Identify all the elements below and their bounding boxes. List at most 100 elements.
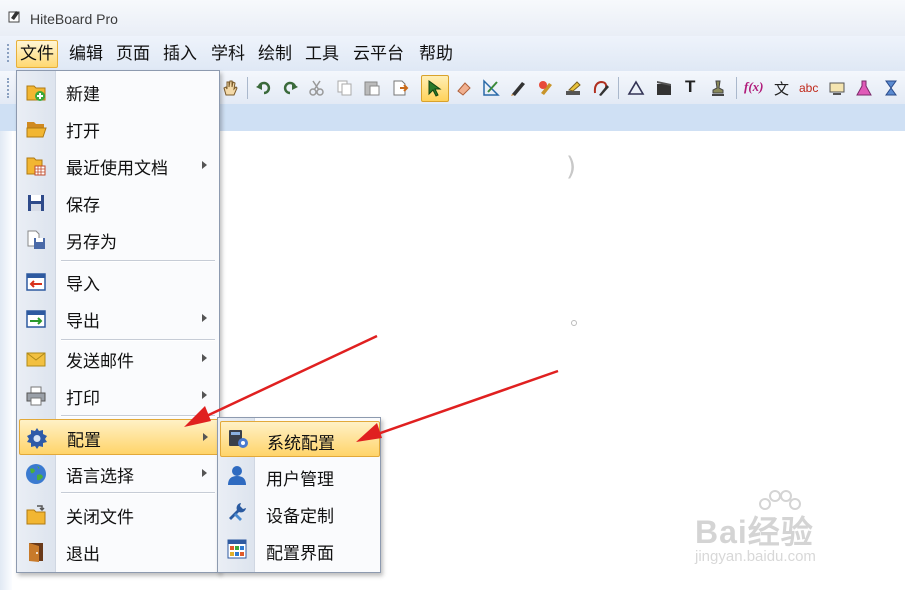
canvas-ink-mark: ) [566, 152, 577, 182]
window-title: HiteBoard Pro [30, 11, 118, 27]
menu-item-new[interactable]: 新建 [19, 74, 217, 108]
watermark-brand: Bai经验 [695, 514, 814, 550]
canvas-left-edge [0, 131, 12, 590]
submenu-arrow-icon [203, 433, 208, 441]
menu-item-label: 发送邮件 [66, 352, 134, 372]
export-icon [26, 310, 46, 328]
toolbar-separator [618, 77, 619, 99]
triangle-icon[interactable] [627, 79, 645, 97]
canvas-dot [571, 320, 577, 326]
stamp-icon[interactable] [709, 79, 727, 97]
user-icon [228, 466, 246, 485]
recent-documents-icon [26, 157, 46, 176]
abc-text-icon[interactable]: abc [799, 81, 818, 95]
menu-item-language[interactable]: 语言选择 [19, 456, 217, 490]
menu-separator [61, 492, 215, 494]
menu-item-save-as[interactable]: 另存为 [19, 222, 217, 256]
system-config-icon [229, 430, 248, 448]
formula-icon[interactable]: f(x) [744, 79, 764, 95]
open-folder-icon [26, 122, 47, 138]
chinese-text-icon[interactable]: 文 [774, 78, 789, 99]
submenu-item-label: 用户管理 [266, 470, 334, 490]
toolbar-grip[interactable] [7, 78, 12, 98]
globe-icon [26, 464, 46, 484]
submenu-item-label: 配置界面 [266, 544, 334, 564]
menu-item-label: 语言选择 [66, 467, 134, 487]
insert-page-icon[interactable] [391, 79, 409, 97]
menu-item-label: 最近使用文档 [66, 159, 168, 179]
menu-item-send-mail[interactable]: 发送邮件 [19, 341, 217, 375]
pen-icon[interactable] [509, 79, 527, 97]
select-arrow-icon[interactable] [426, 79, 444, 97]
brush-icon[interactable] [537, 79, 555, 97]
menu-item-label: 保存 [66, 196, 100, 216]
menu-file[interactable]: 文件 [16, 40, 58, 68]
import-icon [26, 273, 46, 291]
menu-separator [61, 260, 215, 262]
cut-icon[interactable] [308, 79, 326, 97]
menu-item-export[interactable]: 导出 [19, 301, 217, 335]
submenu-item-user-management[interactable]: 用户管理 [220, 458, 378, 492]
shape-pen-icon[interactable] [592, 79, 610, 97]
menu-item-open[interactable]: 打开 [19, 111, 217, 145]
undo-icon[interactable] [255, 79, 273, 97]
menu-draw[interactable]: 绘制 [255, 42, 295, 66]
menu-item-label: 新建 [66, 85, 100, 105]
menu-item-label: 打开 [66, 122, 100, 142]
menu-item-label: 另存为 [66, 233, 117, 253]
ruler-pen-icon[interactable] [482, 79, 500, 97]
layout-grid-icon [227, 539, 247, 559]
menubar-grip[interactable] [7, 44, 12, 62]
menu-item-close-file[interactable]: 关闭文件 [19, 497, 217, 531]
save-icon [28, 195, 44, 211]
menu-item-config[interactable]: 配置 [19, 419, 219, 455]
hand-icon[interactable] [221, 79, 239, 97]
config-submenu: 系统配置 用户管理 设备定制 配置界面 [217, 417, 381, 573]
file-menu: 新建 打开 最近使用文档 保存 另存为 导入 导出 发送邮件 打印 配置 语言选… [16, 70, 220, 573]
submenu-arrow-icon [202, 354, 207, 362]
submenu-item-label: 系统配置 [267, 434, 335, 454]
paste-icon[interactable] [363, 79, 381, 97]
watermark-url: jingyan.baidu.com [695, 548, 816, 565]
app-logo-icon [8, 11, 20, 23]
toolbar-separator [736, 77, 737, 99]
redo-icon[interactable] [281, 79, 299, 97]
menu-cloud-platform[interactable]: 云平台 [350, 42, 407, 66]
menu-item-save[interactable]: 保存 [19, 185, 217, 219]
flask-icon[interactable] [855, 79, 873, 97]
hourglass-icon[interactable] [882, 79, 900, 97]
menu-item-import[interactable]: 导入 [19, 264, 217, 298]
highlighter-icon[interactable] [564, 79, 582, 97]
menu-separator [61, 415, 215, 417]
menu-item-recent-documents[interactable]: 最近使用文档 [19, 148, 217, 182]
text-tool-icon[interactable]: T [685, 77, 695, 97]
new-document-icon [26, 85, 46, 101]
submenu-item-label: 设备定制 [266, 507, 334, 527]
menu-item-label: 导入 [66, 275, 100, 295]
menu-subject[interactable]: 学科 [208, 42, 248, 66]
submenu-arrow-icon [202, 469, 207, 477]
submenu-item-device-customization[interactable]: 设备定制 [220, 495, 378, 529]
menu-tools[interactable]: 工具 [302, 42, 342, 66]
menu-item-exit[interactable]: 退出 [19, 534, 217, 568]
menu-page[interactable]: 页面 [113, 42, 153, 66]
eraser-icon[interactable] [455, 79, 473, 97]
menu-item-label: 打印 [66, 389, 100, 409]
display-icon[interactable] [828, 79, 846, 97]
printer-icon [26, 386, 46, 406]
menu-insert[interactable]: 插入 [160, 42, 200, 66]
baidu-watermark: Bai经验 jingyan.baidu.com [695, 490, 860, 575]
film-icon[interactable] [655, 79, 673, 97]
mail-icon [26, 352, 46, 367]
toolbar-separator [247, 77, 248, 99]
copy-icon[interactable] [336, 79, 354, 97]
submenu-arrow-icon [202, 314, 207, 322]
close-file-icon [26, 505, 46, 525]
submenu-item-config-interface[interactable]: 配置界面 [220, 532, 378, 566]
menu-edit[interactable]: 编辑 [66, 42, 106, 66]
menu-help[interactable]: 帮助 [416, 42, 456, 66]
title-bar: HiteBoard Pro [0, 0, 905, 37]
menu-item-label: 退出 [66, 545, 100, 565]
submenu-item-system-config[interactable]: 系统配置 [220, 421, 380, 457]
menu-item-print[interactable]: 打印 [19, 378, 217, 412]
